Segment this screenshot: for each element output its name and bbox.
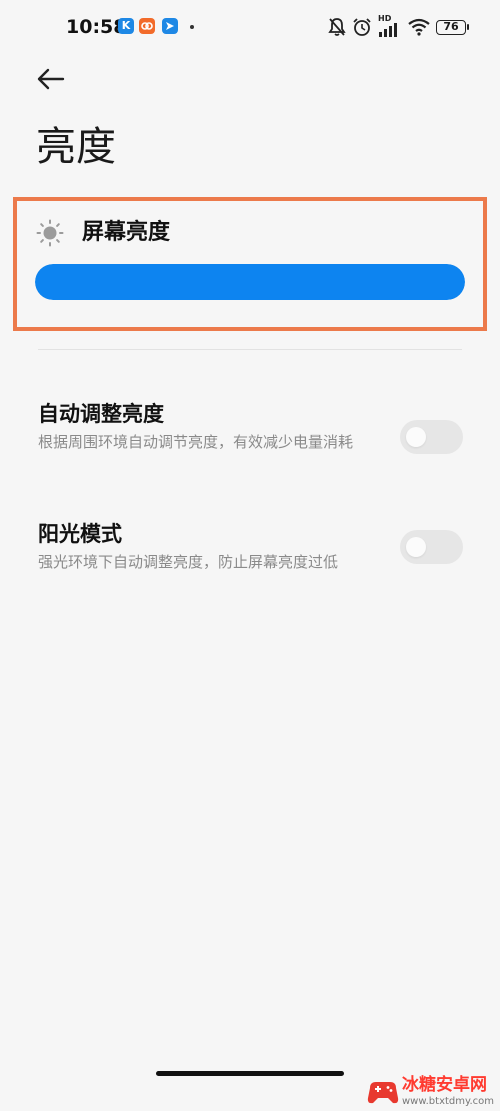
auto-brightness-description: 根据周围环境自动调节亮度，有效减少电量消耗 [38, 433, 354, 451]
app-notification-icon-orange [139, 18, 155, 34]
alarm-icon [353, 18, 371, 36]
app-notification-icon-send [162, 18, 178, 34]
toggle-knob [406, 537, 426, 557]
home-indicator[interactable] [156, 1071, 344, 1076]
status-bar: 10:58 K HD 76 [0, 0, 500, 56]
status-icons: HD 76 [328, 14, 469, 38]
brightness-slider-fill [35, 264, 465, 300]
sunlight-mode-toggle[interactable] [400, 530, 463, 564]
auto-brightness-row[interactable]: 自动调整亮度 根据周围环境自动调节亮度，有效减少电量消耗 [0, 399, 500, 483]
cellular-signal-icon: HD [378, 14, 402, 37]
sunlight-mode-title: 阳光模式 [38, 522, 122, 546]
toggle-knob [406, 427, 426, 447]
app-notification-icon-k: K [118, 18, 134, 34]
notification-dot-icon [190, 25, 194, 29]
auto-brightness-toggle[interactable] [400, 420, 463, 454]
bell-muted-icon [328, 18, 346, 36]
sunlight-mode-description: 强光环境下自动调整亮度，防止屏幕亮度过低 [38, 553, 339, 571]
brightness-slider[interactable] [35, 264, 465, 300]
wifi-icon [408, 18, 430, 36]
auto-brightness-title: 自动调整亮度 [38, 402, 164, 426]
sunlight-mode-row[interactable]: 阳光模式 强光环境下自动调整亮度，防止屏幕亮度过低 [0, 519, 500, 581]
watermark-url: www.btxtdmy.com [402, 1096, 495, 1107]
page-title: 亮度 [36, 124, 116, 170]
sun-icon [36, 219, 64, 247]
brightness-label: 屏幕亮度 [82, 220, 171, 245]
back-arrow-icon [37, 68, 65, 90]
network-hd-label: HD [378, 14, 392, 23]
back-button[interactable] [34, 62, 68, 96]
divider [38, 349, 462, 350]
watermark-name: 冰糖安卓网 [402, 1075, 487, 1095]
battery-icon: 76 [436, 19, 469, 35]
battery-level: 76 [443, 19, 459, 33]
watermark: 冰糖安卓网 www.btxtdmy.com [366, 1074, 500, 1111]
watermark-logo-icon [367, 1082, 399, 1104]
